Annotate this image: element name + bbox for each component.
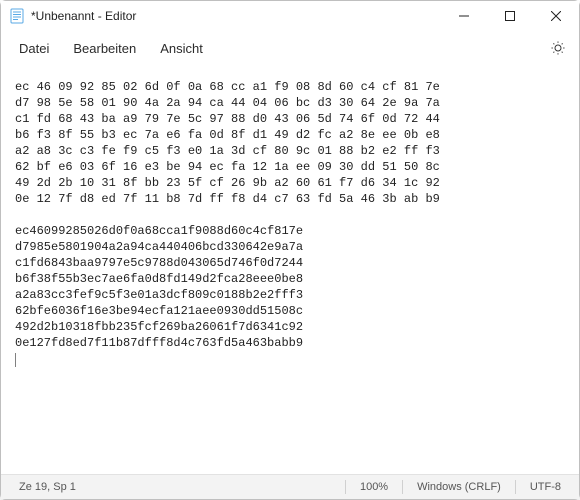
window-title: *Unbenannt - Editor xyxy=(31,9,136,23)
maximize-button[interactable] xyxy=(487,1,533,31)
text-editor-area[interactable]: ec 46 09 92 85 02 6d 0f 0a 68 cc a1 f9 0… xyxy=(1,65,579,474)
close-button[interactable] xyxy=(533,1,579,31)
statusbar: Ze 19, Sp 1 100% Windows (CRLF) UTF-8 xyxy=(1,474,579,499)
menu-view[interactable]: Ansicht xyxy=(148,35,215,62)
menu-edit[interactable]: Bearbeiten xyxy=(61,35,148,62)
status-position: Ze 19, Sp 1 xyxy=(5,475,90,499)
status-line-ending[interactable]: Windows (CRLF) xyxy=(403,475,515,499)
menubar: Datei Bearbeiten Ansicht xyxy=(1,31,579,65)
maximize-icon xyxy=(505,11,515,21)
editor-window: *Unbenannt - Editor Datei Bearbeiten Ans… xyxy=(0,0,580,500)
editor-text: ec 46 09 92 85 02 6d 0f 0a 68 cc a1 f9 0… xyxy=(15,80,440,350)
gear-icon xyxy=(550,40,566,56)
text-caret xyxy=(15,353,16,367)
status-zoom[interactable]: 100% xyxy=(346,475,402,499)
settings-button[interactable] xyxy=(543,33,573,63)
close-icon xyxy=(551,11,561,21)
status-encoding[interactable]: UTF-8 xyxy=(516,475,575,499)
minimize-button[interactable] xyxy=(441,1,487,31)
notepad-icon xyxy=(9,8,25,24)
titlebar[interactable]: *Unbenannt - Editor xyxy=(1,1,579,31)
menu-file[interactable]: Datei xyxy=(7,35,61,62)
minimize-icon xyxy=(459,11,469,21)
